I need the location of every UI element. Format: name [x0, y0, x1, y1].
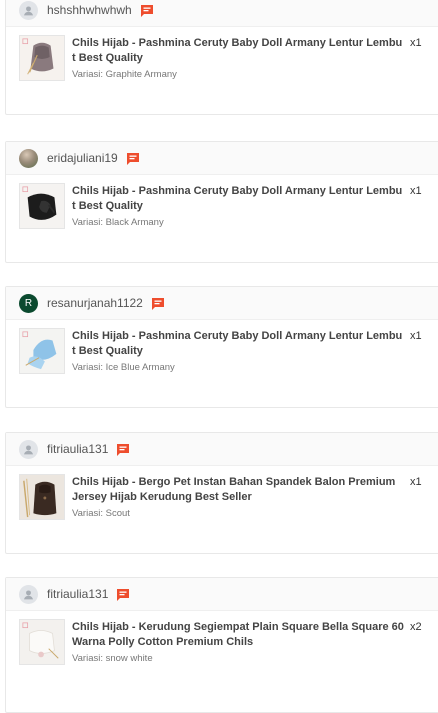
buyer-username[interactable]: resanurjanah1122	[47, 296, 143, 310]
order-header: fitriaulia131	[6, 578, 438, 611]
ice-blue-hijab-image[interactable]	[19, 328, 65, 374]
default-avatar-icon[interactable]	[19, 0, 38, 20]
product-variation: Variasi: Graphite Armany	[72, 69, 177, 80]
item-quantity: x1	[410, 185, 422, 197]
item-info: Chils Hijab - Pashmina Ceruty Baby Doll …	[72, 183, 404, 229]
chat-icon[interactable]	[126, 152, 140, 165]
default-avatar-icon[interactable]	[19, 439, 38, 459]
user-avatar[interactable]	[19, 148, 38, 168]
order-item[interactable]: Chils Hijab - Pashmina Ceruty Baby Doll …	[6, 320, 438, 374]
order-header: eridajuliani19	[6, 142, 438, 175]
graphite-hijab-image[interactable]	[19, 35, 65, 81]
order-header: hshshhwhwhwh	[6, 0, 438, 27]
order-card: fitriaulia131 Chils Hijab - Bergo Pet In…	[5, 432, 438, 554]
product-name[interactable]: Chils Hijab - Bergo Pet Instan Bahan Spa…	[72, 474, 404, 505]
black-hijab-image[interactable]	[19, 183, 65, 229]
chat-icon[interactable]	[151, 297, 165, 310]
order-header: R resanurjanah1122	[6, 287, 438, 320]
buyer-username[interactable]: fitriaulia131	[47, 442, 108, 456]
chat-icon[interactable]	[140, 4, 154, 17]
order-item[interactable]: Chils Hijab - Kerudung Segiempat Plain S…	[6, 611, 438, 665]
order-card: hshshhwhwhwh Chils Hijab - Pashmina Ceru…	[5, 0, 438, 115]
product-variation: Variasi: Black Armany	[72, 217, 164, 228]
user-avatar[interactable]: R	[19, 293, 38, 313]
item-quantity: x2	[410, 621, 422, 633]
item-info: Chils Hijab - Bergo Pet Instan Bahan Spa…	[72, 474, 404, 520]
item-quantity: x1	[410, 37, 422, 49]
snow-white-square-image[interactable]	[19, 619, 65, 665]
order-card: eridajuliani19 Chils Hijab - Pashmina Ce…	[5, 141, 438, 263]
buyer-username[interactable]: eridajuliani19	[47, 151, 118, 165]
chat-icon[interactable]	[116, 588, 130, 601]
order-item[interactable]: Chils Hijab - Pashmina Ceruty Baby Doll …	[6, 175, 438, 229]
product-name[interactable]: Chils Hijab - Kerudung Segiempat Plain S…	[72, 619, 404, 650]
scout-bergo-image[interactable]	[19, 474, 65, 520]
product-name[interactable]: Chils Hijab - Pashmina Ceruty Baby Doll …	[72, 328, 404, 359]
item-quantity: x1	[410, 330, 422, 342]
product-variation: Variasi: Scout	[72, 508, 130, 519]
order-header: fitriaulia131	[6, 433, 438, 466]
item-quantity: x1	[410, 476, 422, 488]
order-item[interactable]: Chils Hijab - Bergo Pet Instan Bahan Spa…	[6, 466, 438, 520]
item-info: Chils Hijab - Pashmina Ceruty Baby Doll …	[72, 328, 404, 374]
item-info: Chils Hijab - Pashmina Ceruty Baby Doll …	[72, 35, 404, 81]
product-name[interactable]: Chils Hijab - Pashmina Ceruty Baby Doll …	[72, 35, 404, 66]
chat-icon[interactable]	[116, 443, 130, 456]
buyer-username[interactable]: fitriaulia131	[47, 587, 108, 601]
buyer-username[interactable]: hshshhwhwhwh	[47, 3, 132, 17]
order-card: R resanurjanah1122 Chils Hijab - Pashmin…	[5, 286, 438, 408]
product-variation: Variasi: snow white	[72, 653, 153, 664]
item-info: Chils Hijab - Kerudung Segiempat Plain S…	[72, 619, 404, 665]
order-card: fitriaulia131 Chils Hijab - Kerudung Seg…	[5, 577, 438, 713]
default-avatar-icon[interactable]	[19, 584, 38, 604]
product-name[interactable]: Chils Hijab - Pashmina Ceruty Baby Doll …	[72, 183, 404, 214]
product-variation: Variasi: Ice Blue Armany	[72, 362, 175, 373]
order-item[interactable]: Chils Hijab - Pashmina Ceruty Baby Doll …	[6, 27, 438, 81]
